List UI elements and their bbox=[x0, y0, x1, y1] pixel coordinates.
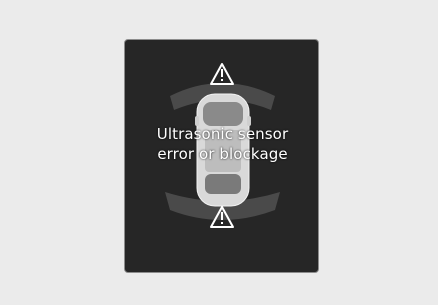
page: Ultrasonic sensor error or blockage bbox=[0, 0, 438, 305]
parking-sensor-display: Ultrasonic sensor error or blockage bbox=[124, 39, 319, 273]
message-line-2: error or blockage bbox=[157, 145, 288, 163]
message-line-1: Ultrasonic sensor bbox=[156, 125, 289, 143]
error-message: Ultrasonic sensor error or blockage bbox=[125, 124, 318, 164]
front-warning-icon bbox=[210, 63, 234, 85]
